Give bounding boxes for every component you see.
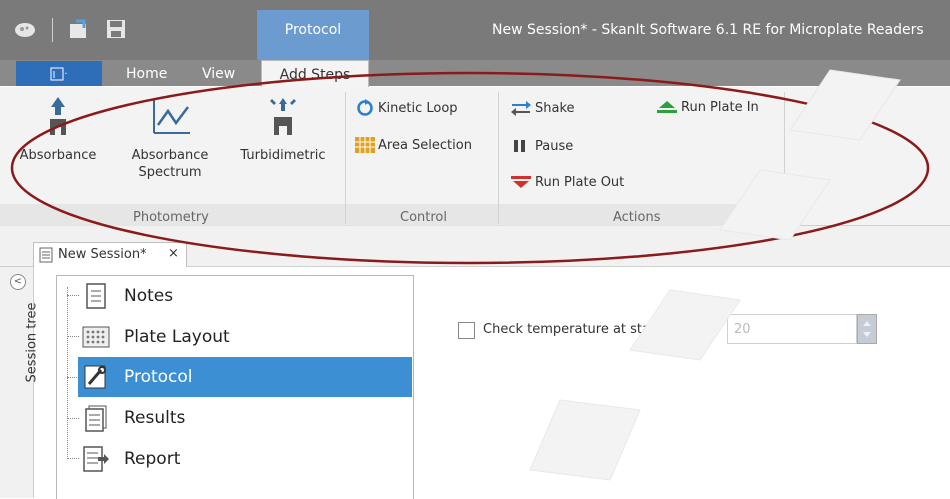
run-plate-out-button[interactable]: Run Plate Out [510,174,624,190]
pause-label: Pause [535,138,574,154]
turbidimetric-label: Turbidimetric [240,148,326,163]
plate-layout-icon [82,322,110,352]
tree-item-report[interactable]: Report [78,439,412,479]
document-tab[interactable]: New Session* × [33,242,187,267]
photometry-group-label: Photometry [133,210,209,225]
close-icon[interactable]: × [168,246,179,261]
open-icon[interactable] [68,18,90,40]
absorbance-spectrum-label-1: Absorbance [131,148,209,163]
group-separator [345,92,346,224]
tree-item-notes[interactable]: Notes [78,276,412,316]
tree-item-label: Plate Layout [124,327,230,347]
absorbance-label: Absorbance [19,148,97,163]
tab-view[interactable]: View [202,66,235,82]
app-icon[interactable] [14,20,36,38]
group-separator [784,92,785,224]
session-tree-label: Session tree [24,302,40,383]
window-title: New Session* - SkanIt Software 6.1 RE fo… [492,22,924,38]
save-icon[interactable] [106,19,126,39]
shake-button[interactable]: Shake [510,99,575,117]
kinetic-loop-button[interactable]: Kinetic Loop [355,99,458,117]
tree-item-plate-layout[interactable]: Plate Layout [78,317,412,357]
tree-item-label: Report [124,449,181,469]
absorbance-spectrum-label-2: Spectrum [138,165,202,180]
absorbance-icon [50,97,66,135]
temperature-input[interactable]: 20 [727,314,857,344]
check-temperature-checkbox[interactable] [458,322,475,339]
tree-connector [67,287,69,457]
tree-item-results[interactable]: Results [78,398,412,438]
plate-in-icon [657,101,677,113]
run-plate-in-button[interactable]: Run Plate In [656,99,759,115]
spectrum-icon [153,99,190,134]
loop-icon [357,99,373,116]
area-selection-label: Area Selection [378,137,472,153]
document-icon [39,247,53,263]
turbidimetric-button[interactable]: Turbidimetric [228,95,338,164]
shake-label: Shake [535,100,575,116]
temperature-spinner[interactable] [857,314,877,344]
tree-item-label: Notes [124,286,174,306]
turbidimetric-icon [270,98,296,135]
tree-item-label: Protocol [124,367,193,387]
control-group-label: Control [400,210,447,225]
absorbance-button[interactable]: Absorbance [8,95,108,164]
run-plate-in-label: Run Plate In [681,99,759,115]
pause-icon [514,140,525,152]
file-menu-button[interactable]: · [16,61,102,86]
results-icon [82,403,110,433]
tree-item-label: Results [124,408,186,428]
collapse-icon[interactable]: < [10,274,26,290]
tab-home[interactable]: Home [126,66,167,82]
grid-icon [355,137,375,153]
notes-icon [82,281,110,311]
kinetic-loop-label: Kinetic Loop [378,100,458,116]
check-temperature-label: Check temperature at start [°C]: [483,322,695,337]
separator [52,18,53,42]
shake-icon [511,101,531,116]
pause-button[interactable]: Pause [510,138,573,154]
absorbance-spectrum-button[interactable]: Absorbance Spectrum [118,95,222,181]
context-tab-protocol: Protocol [257,10,369,60]
document-tab-label: New Session* [58,247,147,262]
tab-add-steps[interactable]: Add Steps [261,60,369,89]
plate-out-icon [511,176,531,188]
actions-group-label: Actions [613,210,661,225]
report-icon [82,444,110,474]
tree-item-protocol[interactable]: Protocol [78,357,412,397]
group-separator [498,92,499,224]
protocol-icon [82,362,110,392]
run-plate-out-label: Run Plate Out [535,174,625,190]
area-selection-button[interactable]: Area Selection [355,137,472,153]
